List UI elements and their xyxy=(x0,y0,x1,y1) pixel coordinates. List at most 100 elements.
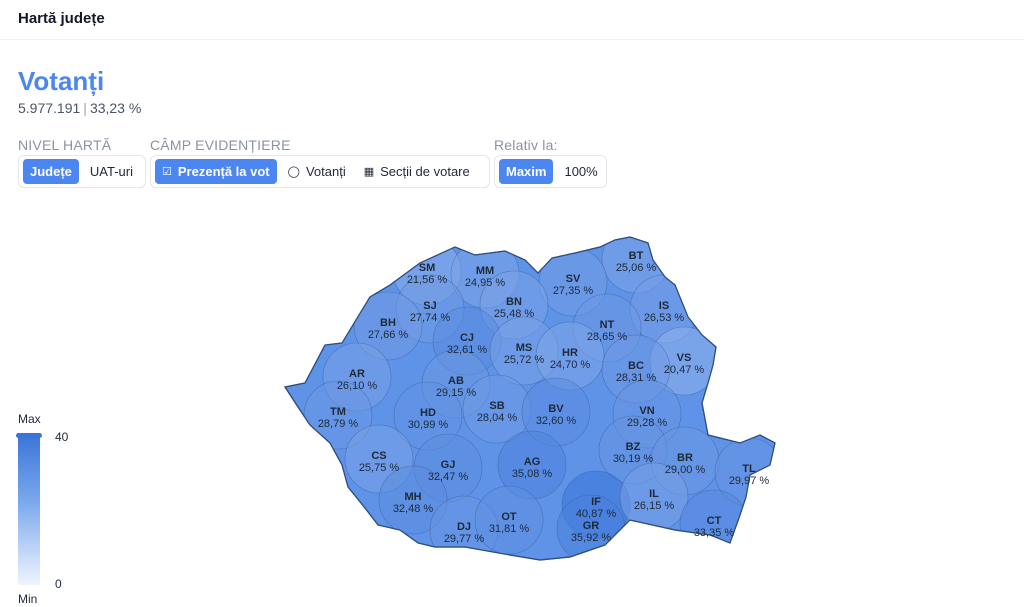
county-code-ar: AR xyxy=(349,368,365,380)
county-value-ab: 29,15 % xyxy=(436,387,477,399)
field-option-prezenta-label: Prezență la vot xyxy=(177,164,270,179)
metric-summary: 5.977.191 | 33,23 % xyxy=(18,100,141,116)
county-code-sm: SM xyxy=(419,262,436,274)
county-code-sj: SJ xyxy=(423,300,436,312)
county-value-gj: 32,47 % xyxy=(428,471,469,483)
county-value-ag: 35,08 % xyxy=(512,468,553,480)
metric-title: Votanți xyxy=(18,66,105,96)
county-code-cs: CS xyxy=(371,450,386,462)
county-code-bn: BN xyxy=(506,296,522,308)
county-value-sb: 28,04 % xyxy=(477,412,518,424)
county-value-tl: 29,97 % xyxy=(729,475,770,487)
field-option-votanti[interactable]: ◯ Votanți xyxy=(281,159,353,184)
legend-max-value: 40 xyxy=(55,430,69,444)
map-level-label: NIVEL HARTĂ xyxy=(18,137,112,153)
county-code-vs: VS xyxy=(677,352,692,364)
relative-to-label: Relativ la: xyxy=(494,137,558,153)
county-value-bt: 25,06 % xyxy=(616,262,657,274)
county-value-bn: 25,48 % xyxy=(494,308,535,320)
county-code-hr: HR xyxy=(562,347,578,359)
county-value-cs: 25,75 % xyxy=(359,462,400,474)
county-value-hr: 24,70 % xyxy=(550,359,591,371)
relative-to-selector: Maxim 100% xyxy=(494,155,607,188)
county-code-hd: HD xyxy=(420,407,436,419)
page-title: Hartă județe xyxy=(18,10,105,27)
county-code-nt: NT xyxy=(600,319,615,331)
county-value-sm: 21,56 % xyxy=(407,274,448,286)
county-code-tm: TM xyxy=(330,406,346,418)
field-option-sectii-label: Secții de votare xyxy=(380,164,470,179)
county-value-bc: 28,31 % xyxy=(616,372,657,384)
county-code-ab: AB xyxy=(448,375,464,387)
county-value-ar: 26,10 % xyxy=(337,380,378,392)
county-value-sj: 27,74 % xyxy=(410,312,451,324)
county-value-if: 40,87 % xyxy=(576,508,617,520)
county-value-bz: 30,19 % xyxy=(613,453,654,465)
county-code-mh: MH xyxy=(404,491,421,503)
county-code-bc: BC xyxy=(628,360,644,372)
legend-max-label: Max xyxy=(18,412,41,426)
county-value-bh: 27,66 % xyxy=(368,329,409,341)
county-value-mm: 24,95 % xyxy=(465,277,506,289)
county-code-bt: BT xyxy=(629,250,644,262)
county-value-cj: 32,61 % xyxy=(447,344,488,356)
county-value-ct: 33,35 % xyxy=(694,527,735,539)
county-value-ot: 31,81 % xyxy=(489,523,530,535)
county-value-ms: 25,72 % xyxy=(504,354,545,366)
county-code-il: IL xyxy=(649,488,659,500)
level-option-uat[interactable]: UAT-uri xyxy=(83,159,140,184)
level-option-judete[interactable]: Județe xyxy=(23,159,79,184)
county-value-vs: 20,47 % xyxy=(664,364,705,376)
legend-min-label: Min xyxy=(18,592,38,606)
legend-min-value: 0 xyxy=(55,577,62,591)
county-value-il: 26,15 % xyxy=(634,500,675,512)
county-map-svg: SM21,56 %MM24,95 %BT25,06 %SV27,35 %SJ27… xyxy=(284,236,776,561)
building-icon: ▦ xyxy=(363,166,375,178)
field-option-votanti-label: Votanți xyxy=(305,164,346,179)
county-value-gr: 35,92 % xyxy=(571,532,612,544)
county-value-sv: 27,35 % xyxy=(553,285,594,297)
county-value-mh: 32,48 % xyxy=(393,503,434,515)
county-value-dj: 29,77 % xyxy=(444,533,485,545)
checkbox-icon: ☑ xyxy=(162,166,172,178)
county-code-bv: BV xyxy=(548,403,564,415)
county-value-br: 29,00 % xyxy=(665,464,706,476)
metric-percent: 33,23 % xyxy=(89,100,142,116)
county-value-bv: 32,60 % xyxy=(536,415,577,427)
county-code-ag: AG xyxy=(524,456,541,468)
field-option-sectii[interactable]: ▦ Secții de votare xyxy=(357,159,477,184)
county-value-is: 26,53 % xyxy=(644,312,685,324)
county-code-sv: SV xyxy=(566,273,581,285)
county-code-ms: MS xyxy=(516,342,533,354)
highlight-field-label: CÂMP EVIDENȚIERE xyxy=(150,137,291,153)
person-icon: ◯ xyxy=(287,166,300,178)
county-map: SM 21,56 % MM 24,95 % BT 25,06 % SV 27,35 % SJ 27… xyxy=(270,225,790,585)
county-code-mm: MM xyxy=(476,265,494,277)
legend-max-handle[interactable] xyxy=(16,433,42,438)
county-value-hd: 30,99 % xyxy=(408,419,449,431)
county-code-vn: VN xyxy=(639,405,654,417)
top-bar: Hartă județe xyxy=(0,0,1024,40)
county-code-br: BR xyxy=(677,452,693,464)
relative-option-100[interactable]: 100% xyxy=(557,159,604,184)
county-code-cj: CJ xyxy=(460,332,474,344)
highlight-field-selector: ☑ Prezență la vot ◯ Votanți ▦ Secții de vot… xyxy=(150,155,490,188)
county-code-gr: GR xyxy=(583,520,600,532)
county-value-tm: 28,79 % xyxy=(318,418,359,430)
county-code-dj: DJ xyxy=(457,521,471,533)
relative-option-maxim[interactable]: Maxim xyxy=(499,159,554,184)
county-value-nt: 28,65 % xyxy=(587,331,628,343)
legend-color-scale xyxy=(18,433,40,585)
county-code-if: IF xyxy=(591,496,601,508)
county-code-tl: TL xyxy=(742,463,756,475)
field-option-prezenta[interactable]: ☑ Prezență la vot xyxy=(155,159,277,184)
map-level-selector: Județe UAT-uri xyxy=(18,155,146,188)
county-value-vn: 29,28 % xyxy=(627,417,668,429)
county-code-bh: BH xyxy=(380,317,396,329)
summary-separator: | xyxy=(83,100,87,116)
county-code-ct: CT xyxy=(707,515,722,527)
county-code-is: IS xyxy=(659,300,669,312)
county-code-bz: BZ xyxy=(626,441,641,453)
county-code-sb: SB xyxy=(489,400,504,412)
county-code-gj: GJ xyxy=(441,459,456,471)
